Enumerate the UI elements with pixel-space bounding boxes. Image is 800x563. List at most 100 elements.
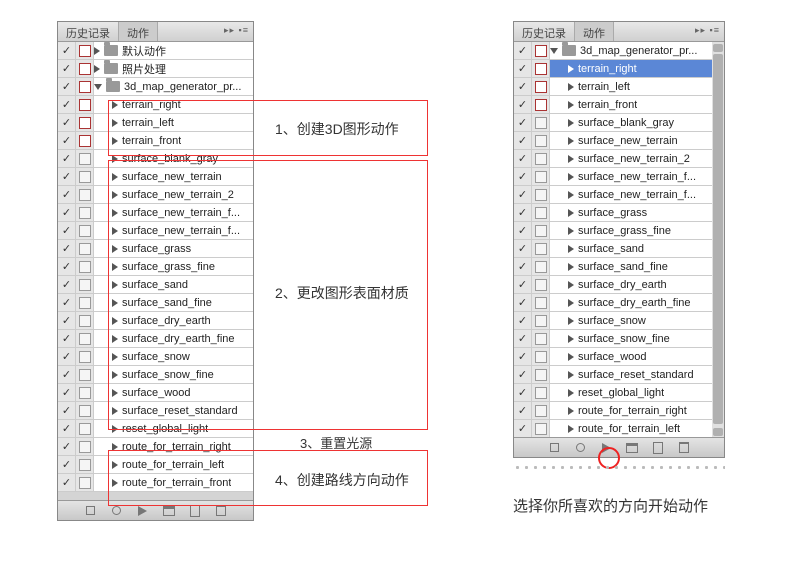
action-row[interactable]: ✓terrain_left [514, 78, 724, 96]
dialog-toggle[interactable] [532, 384, 550, 401]
toggle-checkbox[interactable]: ✓ [514, 60, 532, 77]
action-row[interactable]: ✓surface_wood [58, 384, 253, 402]
record-icon[interactable] [573, 441, 587, 455]
dialog-toggle[interactable] [532, 186, 550, 203]
dialog-toggle[interactable] [76, 222, 94, 239]
scroll-down-icon[interactable] [713, 428, 723, 436]
action-row[interactable]: ✓surface_reset_standard [58, 402, 253, 420]
expand-icon[interactable] [112, 137, 118, 145]
dialog-toggle[interactable] [532, 114, 550, 131]
expand-icon[interactable] [112, 119, 118, 127]
dialog-toggle[interactable] [76, 402, 94, 419]
expand-icon[interactable] [94, 65, 100, 73]
toggle-checkbox[interactable]: ✓ [58, 132, 76, 149]
scroll-thumb[interactable] [713, 54, 723, 424]
toggle-checkbox[interactable]: ✓ [58, 366, 76, 383]
action-row[interactable]: ✓reset_global_light [514, 384, 724, 402]
toggle-checkbox[interactable]: ✓ [58, 456, 76, 473]
toggle-checkbox[interactable]: ✓ [514, 114, 532, 131]
action-row[interactable]: ✓surface_snow [58, 348, 253, 366]
trash-icon[interactable] [677, 441, 691, 455]
toggle-checkbox[interactable]: ✓ [58, 114, 76, 131]
expand-icon[interactable] [112, 245, 118, 253]
action-row[interactable]: ✓surface_new_terrain_f... [58, 204, 253, 222]
dialog-toggle[interactable] [532, 294, 550, 311]
action-row[interactable]: ✓route_for_terrain_left [514, 420, 724, 438]
toggle-checkbox[interactable]: ✓ [58, 474, 76, 491]
expand-icon[interactable] [112, 443, 118, 451]
expand-icon[interactable] [112, 281, 118, 289]
expand-icon[interactable] [112, 173, 118, 181]
expand-icon[interactable] [568, 173, 574, 181]
new-set-icon[interactable] [625, 441, 639, 455]
toggle-checkbox[interactable]: ✓ [514, 384, 532, 401]
dialog-toggle[interactable] [532, 96, 550, 113]
expand-icon[interactable] [112, 389, 118, 397]
dialog-toggle[interactable] [76, 312, 94, 329]
expand-icon[interactable] [568, 245, 574, 253]
stop-icon[interactable] [84, 504, 98, 518]
expand-icon[interactable] [112, 461, 118, 469]
dialog-toggle[interactable] [532, 420, 550, 437]
dialog-toggle[interactable] [532, 366, 550, 383]
action-set-row[interactable]: ✓3d_map_generator_pr... [514, 42, 724, 60]
expand-icon[interactable] [112, 263, 118, 271]
action-row[interactable]: ✓route_for_terrain_right [58, 438, 253, 456]
dialog-toggle[interactable] [532, 312, 550, 329]
dialog-toggle[interactable] [76, 168, 94, 185]
toggle-checkbox[interactable]: ✓ [514, 132, 532, 149]
dialog-toggle[interactable] [76, 420, 94, 437]
action-row[interactable]: ✓surface_wood [514, 348, 724, 366]
toggle-checkbox[interactable]: ✓ [58, 150, 76, 167]
toggle-checkbox[interactable]: ✓ [514, 294, 532, 311]
play-icon[interactable] [599, 441, 613, 455]
dialog-toggle[interactable] [532, 222, 550, 239]
toggle-checkbox[interactable]: ✓ [514, 240, 532, 257]
expand-icon[interactable] [568, 65, 574, 73]
expand-icon[interactable] [112, 155, 118, 163]
action-row[interactable]: ✓surface_new_terrain_f... [514, 186, 724, 204]
dialog-toggle[interactable] [76, 132, 94, 149]
dialog-toggle[interactable] [76, 204, 94, 221]
toggle-checkbox[interactable]: ✓ [514, 330, 532, 347]
expand-icon[interactable] [568, 155, 574, 163]
tab-history[interactable]: 历史记录 [58, 22, 119, 41]
expand-icon[interactable] [568, 227, 574, 235]
action-row[interactable]: ✓surface_blank_gray [58, 150, 253, 168]
dialog-toggle[interactable] [532, 42, 550, 59]
dialog-toggle[interactable] [532, 150, 550, 167]
toggle-checkbox[interactable]: ✓ [514, 150, 532, 167]
toggle-checkbox[interactable]: ✓ [58, 60, 76, 77]
action-row[interactable]: ✓surface_sand_fine [514, 258, 724, 276]
dialog-toggle[interactable] [532, 168, 550, 185]
dialog-toggle[interactable] [76, 474, 94, 491]
action-set-row[interactable]: ✓3d_map_generator_pr... [58, 78, 253, 96]
action-row[interactable]: ✓surface_dry_earth_fine [58, 330, 253, 348]
dialog-toggle[interactable] [76, 186, 94, 203]
dialog-toggle[interactable] [76, 42, 94, 59]
record-icon[interactable] [110, 504, 124, 518]
dialog-toggle[interactable] [532, 258, 550, 275]
expand-icon[interactable] [568, 137, 574, 145]
dialog-toggle[interactable] [532, 276, 550, 293]
expand-icon[interactable] [568, 425, 574, 433]
expand-icon[interactable] [568, 209, 574, 217]
action-row[interactable]: ✓terrain_front [514, 96, 724, 114]
action-row[interactable]: ✓route_for_terrain_front [58, 474, 253, 492]
toggle-checkbox[interactable]: ✓ [514, 186, 532, 203]
action-row[interactable]: ✓terrain_right [514, 60, 724, 78]
action-row[interactable]: ✓surface_snow_fine [58, 366, 253, 384]
dialog-toggle[interactable] [532, 402, 550, 419]
dialog-toggle[interactable] [532, 204, 550, 221]
new-action-icon[interactable] [651, 441, 665, 455]
expand-icon[interactable] [568, 353, 574, 361]
toggle-checkbox[interactable]: ✓ [58, 348, 76, 365]
expand-icon[interactable] [568, 101, 574, 109]
expand-icon[interactable] [112, 353, 118, 361]
action-row[interactable]: ✓surface_dry_earth_fine [514, 294, 724, 312]
collapse-icon[interactable] [94, 84, 102, 90]
expand-icon[interactable] [112, 227, 118, 235]
dialog-toggle[interactable] [532, 60, 550, 77]
stop-icon[interactable] [547, 441, 561, 455]
expand-icon[interactable] [568, 335, 574, 343]
